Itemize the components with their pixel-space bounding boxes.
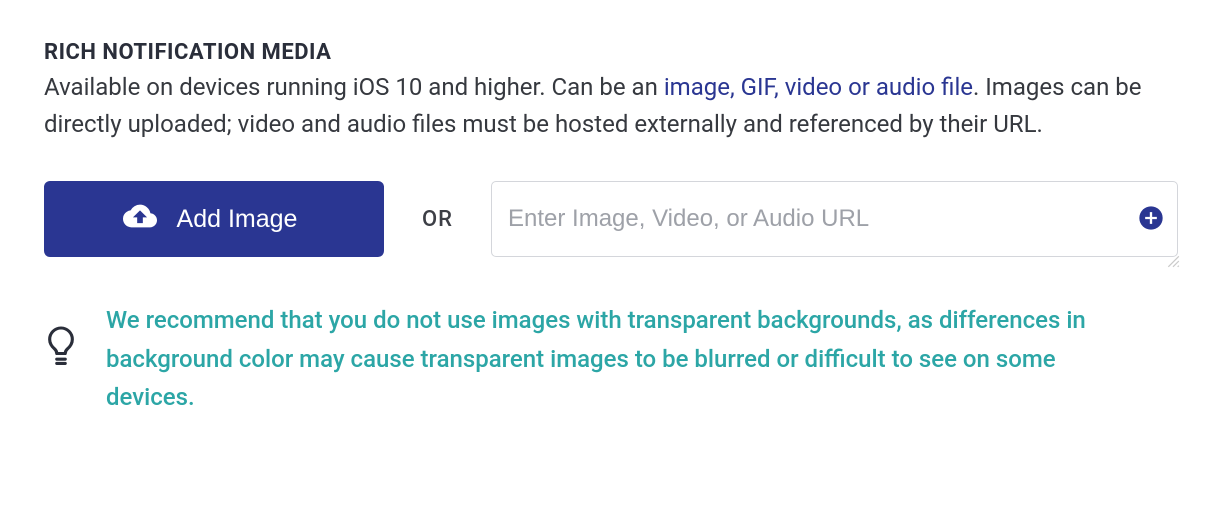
add-image-label: Add Image	[177, 205, 298, 234]
section-description: Available on devices running iOS 10 and …	[44, 69, 1164, 143]
tip-text: We recommend that you do not use images …	[106, 301, 1146, 416]
tip-callout: We recommend that you do not use images …	[44, 301, 1178, 416]
plus-circle-icon	[1137, 204, 1165, 235]
add-url-button[interactable]	[1136, 204, 1166, 234]
desc-text-prefix: Available on devices running iOS 10 and …	[44, 73, 664, 101]
or-label: OR	[422, 207, 453, 232]
media-types-link[interactable]: image, GIF, video or audio file	[664, 73, 973, 101]
lightbulb-icon	[44, 325, 78, 369]
media-controls: Add Image OR	[44, 181, 1178, 257]
url-input-container	[491, 181, 1178, 257]
section-title: RICH NOTIFICATION MEDIA	[44, 40, 1178, 65]
resize-handle-icon[interactable]	[1166, 253, 1180, 267]
media-url-input[interactable]	[491, 181, 1178, 257]
cloud-upload-icon	[123, 199, 157, 240]
add-image-button[interactable]: Add Image	[44, 181, 384, 257]
